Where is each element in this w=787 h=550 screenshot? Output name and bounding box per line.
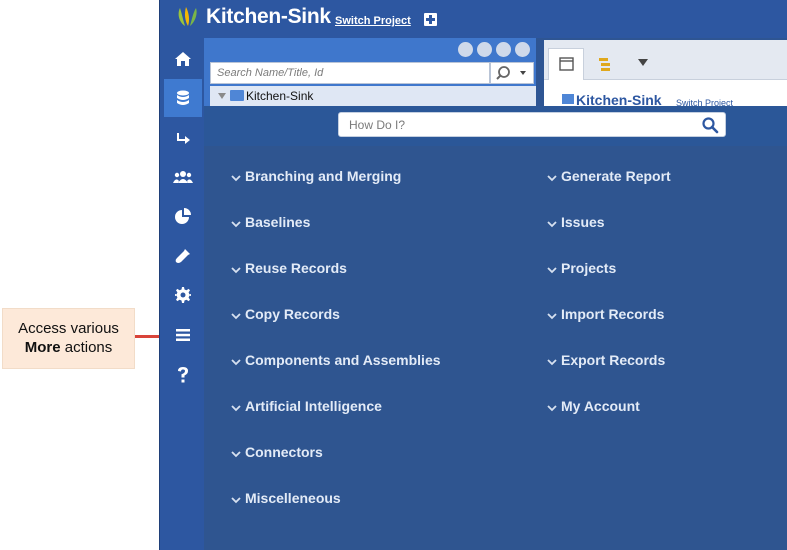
how-do-i-header: How Do I? [204, 106, 787, 146]
how-do-i-item-label: Copy Records [245, 306, 340, 322]
how-do-i-item[interactable]: Components and Assemblies [228, 352, 441, 398]
tree-view-icon[interactable] [596, 56, 612, 72]
folder-icon [230, 90, 244, 101]
callout-line1: Access various [18, 320, 119, 337]
project-title: Kitchen-Sink [206, 5, 331, 28]
app-logo-icon [178, 7, 197, 26]
how-do-i-item-label: Branching and Merging [245, 168, 402, 184]
how-do-i-item[interactable]: Projects [544, 260, 671, 306]
home-icon[interactable] [164, 40, 202, 78]
sidebar [160, 38, 204, 550]
dropdown-icon[interactable] [638, 59, 648, 67]
how-do-i-item-label: Miscelleneous [245, 490, 341, 506]
collapse-icon[interactable] [458, 42, 473, 57]
how-do-i-overlay: How Do I? Branching and Merging Baselines… [204, 106, 787, 550]
help-icon[interactable] [515, 42, 530, 57]
table-icon [559, 57, 574, 71]
help-icon[interactable] [164, 356, 202, 394]
chevron-down-icon [547, 221, 557, 228]
chevron-down-icon [231, 221, 241, 228]
chevron-down-icon [231, 313, 241, 320]
switch-project-link[interactable]: Switch Project [335, 15, 411, 27]
search-icon [496, 66, 526, 80]
settings-icon[interactable] [477, 42, 492, 57]
chevron-down-icon [547, 313, 557, 320]
arrow-right-icon[interactable] [164, 119, 202, 157]
how-do-i-item-label: My Account [561, 398, 640, 414]
callout-rest: actions [60, 339, 113, 356]
tree-root-item[interactable]: Kitchen-Sink [210, 86, 536, 106]
how-do-i-item-label: Export Records [561, 352, 666, 368]
navigation-panel: Search Name/Title, Id Kitchen-Sink [204, 38, 536, 108]
how-do-i-item[interactable]: My Account [544, 398, 671, 444]
how-do-i-item[interactable]: Connectors [228, 444, 441, 490]
how-do-i-item-label: Generate Report [561, 168, 671, 184]
how-do-i-item-label: Issues [561, 214, 605, 230]
how-do-i-search[interactable]: How Do I? [338, 112, 726, 137]
database-icon[interactable] [164, 79, 202, 117]
app-window: Kitchen-Sink Switch Project Search Name/… [159, 0, 787, 550]
chevron-down-icon [547, 175, 557, 182]
chevron-down-icon [231, 175, 241, 182]
how-do-i-item-label: Import Records [561, 306, 665, 322]
how-do-i-item[interactable]: Branching and Merging [228, 168, 441, 214]
callout-line2: More actions [3, 338, 134, 357]
how-do-i-item-label: Baselines [245, 214, 311, 230]
callout-box: Access various More actions [2, 308, 135, 369]
how-do-i-item-label: Components and Assemblies [245, 352, 441, 368]
how-do-i-right-column: Generate Report Issues Projects Import Reco… [544, 168, 671, 444]
how-do-i-left-column: Branching and Merging Baselines Reuse Reco… [228, 168, 441, 536]
how-do-i-item-label: Artificial Intelligence [245, 398, 382, 414]
how-do-i-item[interactable]: Import Records [544, 306, 671, 352]
how-do-i-item[interactable]: Copy Records [228, 306, 441, 352]
how-do-i-item-label: Reuse Records [245, 260, 347, 276]
content-panel: Kitchen-Sink Switch Project [544, 40, 787, 110]
content-tabbar [544, 40, 787, 80]
how-do-i-item-label: Projects [561, 260, 617, 276]
chevron-down-icon [231, 359, 241, 366]
users-icon[interactable] [164, 158, 202, 196]
how-do-i-item[interactable]: Baselines [228, 214, 441, 260]
chevron-down-icon [231, 497, 241, 504]
how-do-i-placeholder: How Do I? [349, 118, 406, 132]
nav-toolbar [458, 42, 530, 57]
chevron-down-icon [231, 451, 241, 458]
chevron-down-icon [547, 405, 557, 412]
chevron-down-icon [231, 267, 241, 274]
folder-icon [562, 94, 574, 104]
refresh-icon[interactable] [496, 42, 511, 57]
how-do-i-item-label: Connectors [245, 444, 323, 460]
expand-triangle-icon[interactable] [218, 93, 226, 99]
search-icon[interactable] [701, 116, 719, 134]
nav-search-input[interactable]: Search Name/Title, Id [210, 62, 490, 84]
how-do-i-item[interactable]: Generate Report [544, 168, 671, 214]
how-do-i-item[interactable]: Issues [544, 214, 671, 260]
callout-bold: More [24, 339, 61, 356]
chevron-down-icon [547, 267, 557, 274]
how-do-i-item[interactable]: Artificial Intelligence [228, 398, 441, 444]
add-icon[interactable] [424, 13, 437, 26]
how-do-i-item[interactable]: Export Records [544, 352, 671, 398]
menu-icon[interactable] [164, 316, 202, 354]
pie-chart-icon[interactable] [164, 197, 202, 235]
chevron-down-icon [231, 405, 241, 412]
nav-search-button[interactable] [490, 62, 534, 84]
how-do-i-item[interactable]: Reuse Records [228, 260, 441, 306]
gear-icon[interactable] [164, 276, 202, 314]
how-do-i-item[interactable]: Miscelleneous [228, 490, 441, 536]
screenshot-stage: Access various More actions Kitchen-Sink… [0, 0, 787, 550]
tree-root-label: Kitchen-Sink [246, 89, 314, 103]
flask-icon[interactable] [164, 237, 202, 275]
chevron-down-icon [547, 359, 557, 366]
tab-overview[interactable] [548, 48, 584, 80]
top-bar: Kitchen-Sink Switch Project [160, 0, 787, 38]
